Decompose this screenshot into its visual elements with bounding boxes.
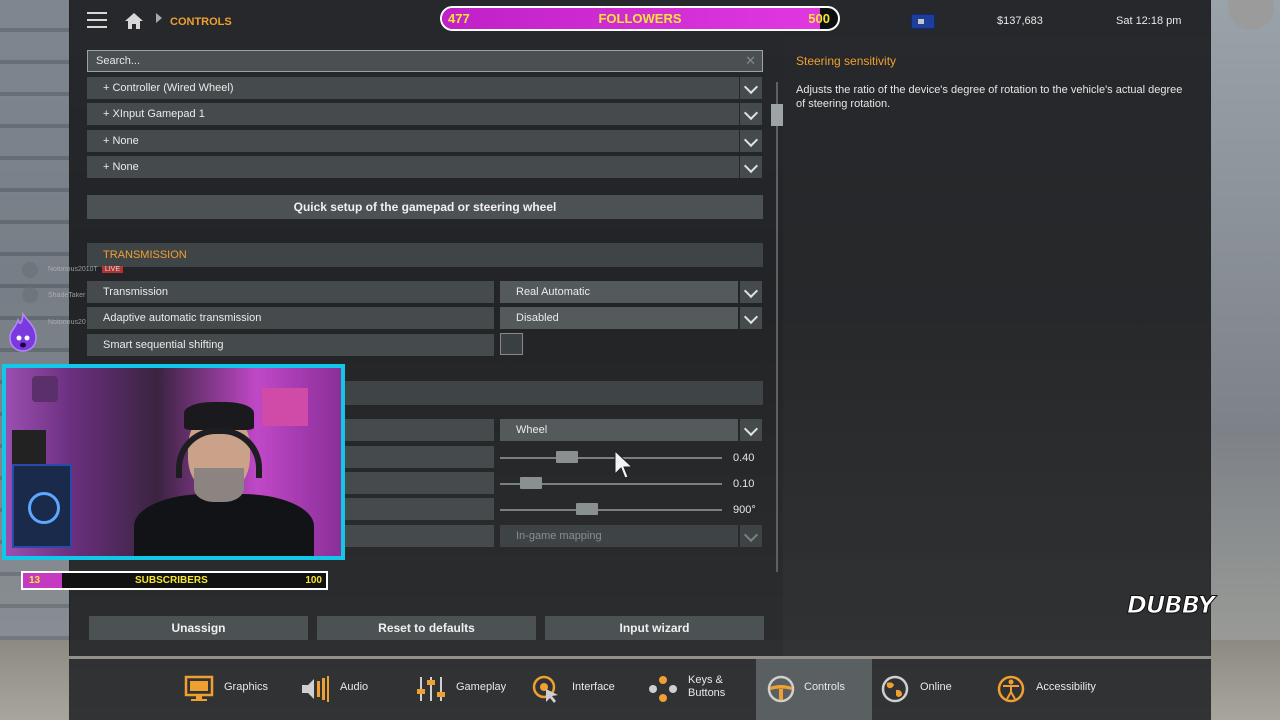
scrollbar-thumb[interactable] bbox=[771, 104, 783, 126]
flame-icon bbox=[9, 312, 37, 352]
nav-label: Interface bbox=[572, 681, 615, 693]
kick-logo bbox=[32, 376, 58, 402]
dubby-logo: DUBBY bbox=[1126, 591, 1215, 620]
game-clock: Sat 12:18 pm bbox=[1116, 15, 1182, 27]
device-row[interactable]: + XInput Gamepad 1 bbox=[87, 103, 739, 125]
unassign-button[interactable]: Unassign bbox=[89, 616, 308, 640]
chat-line: ShadeTaker bbox=[48, 292, 86, 299]
description-title: Steering sensitivity bbox=[796, 54, 897, 68]
slider-thumb[interactable] bbox=[556, 451, 578, 463]
quick-setup-button[interactable]: Quick setup of the gamepad or steering w… bbox=[87, 195, 763, 219]
sliders-icon bbox=[417, 677, 445, 701]
home-icon[interactable] bbox=[124, 11, 144, 31]
followers-goal-bar: 477 FOLLOWERS 500 bbox=[440, 6, 840, 31]
subs-goal: 100 bbox=[305, 575, 322, 586]
subs-current: 13 bbox=[29, 575, 41, 586]
chat-line: Notorious2010T LIVE bbox=[48, 266, 123, 273]
steering-wheel-icon bbox=[767, 675, 795, 703]
device-row[interactable]: + None bbox=[87, 130, 739, 152]
globe-icon bbox=[881, 675, 909, 703]
mouse-cursor-icon bbox=[614, 450, 634, 479]
accessibility-icon bbox=[997, 675, 1025, 703]
chevron-down-icon[interactable] bbox=[740, 103, 762, 125]
chat-avatar bbox=[22, 262, 38, 278]
scrollbar-track[interactable] bbox=[776, 82, 778, 572]
speaker-icon bbox=[302, 676, 329, 702]
followers-goal: 500 bbox=[808, 11, 830, 26]
subscribers-goal-bar: 13 SUBSCRIBERS 100 bbox=[21, 571, 328, 590]
device-row[interactable]: + Controller (Wired Wheel) bbox=[87, 77, 739, 99]
webcam-feed bbox=[2, 364, 345, 560]
chevron-down-icon[interactable] bbox=[740, 525, 762, 547]
chevron-down-icon[interactable] bbox=[740, 130, 762, 152]
transmission-label: Transmission bbox=[87, 281, 494, 303]
close-icon[interactable]: ✕ bbox=[745, 53, 756, 69]
monitor-icon bbox=[184, 675, 214, 701]
money-balance: $137,683 bbox=[997, 15, 1043, 27]
gaming-pc bbox=[12, 464, 72, 548]
chevron-down-icon[interactable] bbox=[740, 419, 762, 441]
subs-label: SUBSCRIBERS bbox=[135, 575, 208, 586]
adaptive-transmission-label: Adaptive automatic transmission bbox=[87, 307, 494, 329]
rotation-slider[interactable] bbox=[500, 509, 722, 511]
chat-line: Notorious20 bbox=[48, 319, 86, 326]
input-wizard-button[interactable]: Input wizard bbox=[545, 616, 764, 640]
slider-value: 0.10 bbox=[733, 478, 755, 490]
steering-sensitivity-slider[interactable] bbox=[500, 457, 722, 459]
nav-label: Controls bbox=[804, 681, 845, 693]
mapping-select[interactable]: In-game mapping bbox=[500, 525, 738, 547]
nav-keys-buttons[interactable]: Keys & Buttons bbox=[636, 659, 752, 720]
nav-accessibility[interactable]: Accessibility bbox=[988, 659, 1118, 720]
transmission-select[interactable]: Real Automatic bbox=[500, 281, 738, 303]
nav-label: Gameplay bbox=[456, 681, 507, 693]
chevron-right-icon bbox=[156, 13, 162, 23]
nav-interface[interactable]: Interface bbox=[520, 659, 632, 720]
garage-wall-right bbox=[1210, 0, 1280, 720]
breadcrumb: CONTROLS bbox=[170, 16, 232, 28]
nav-online[interactable]: Online bbox=[872, 659, 984, 720]
followers-label: FOLLOWERS bbox=[598, 11, 682, 26]
nav-label: Graphics bbox=[224, 681, 269, 693]
description-text: Adjusts the ratio of the device's degree… bbox=[796, 84, 1183, 110]
nav-label: Keys & Buttons bbox=[688, 674, 726, 699]
cursor-click-icon bbox=[532, 675, 558, 703]
state-flag-icon bbox=[911, 14, 935, 29]
slider-thumb[interactable] bbox=[576, 503, 598, 515]
chevron-down-icon[interactable] bbox=[740, 281, 762, 303]
streamer-body bbox=[134, 494, 314, 556]
device-row[interactable]: + None bbox=[87, 156, 739, 178]
nav-graphics[interactable]: Graphics bbox=[172, 659, 284, 720]
garage-wall-left bbox=[0, 0, 70, 720]
nav-audio[interactable]: Audio bbox=[288, 659, 398, 720]
wall-sign bbox=[262, 388, 308, 426]
smart-shifting-checkbox[interactable] bbox=[500, 333, 523, 355]
chat-avatar bbox=[22, 287, 38, 303]
smart-shifting-label: Smart sequential shifting bbox=[87, 334, 494, 356]
menu-icon[interactable] bbox=[87, 12, 107, 30]
slider-value: 900° bbox=[733, 504, 756, 516]
reset-defaults-button[interactable]: Reset to defaults bbox=[317, 616, 536, 640]
nav-gameplay[interactable]: Gameplay bbox=[404, 659, 516, 720]
slider-value: 0.40 bbox=[733, 452, 755, 464]
nav-controls[interactable]: Controls bbox=[756, 659, 872, 720]
search-placeholder: Search... bbox=[96, 55, 141, 67]
search-input[interactable]: Search... ✕ bbox=[87, 50, 763, 72]
transmission-heading: TRANSMISSION bbox=[87, 243, 763, 267]
chevron-down-icon[interactable] bbox=[740, 156, 762, 178]
nav-label: Online bbox=[920, 681, 952, 693]
slider-thumb[interactable] bbox=[520, 477, 542, 489]
chevron-down-icon[interactable] bbox=[740, 307, 762, 329]
nav-label: Accessibility bbox=[1036, 681, 1096, 693]
buttons-icon bbox=[649, 676, 677, 702]
streamer-cap bbox=[184, 402, 254, 430]
steering-mode-select[interactable]: Wheel bbox=[500, 419, 738, 441]
nav-label: Audio bbox=[340, 681, 369, 693]
adaptive-transmission-select[interactable]: Disabled bbox=[500, 307, 738, 329]
chevron-down-icon[interactable] bbox=[740, 77, 762, 99]
description-pane bbox=[783, 36, 1211, 656]
